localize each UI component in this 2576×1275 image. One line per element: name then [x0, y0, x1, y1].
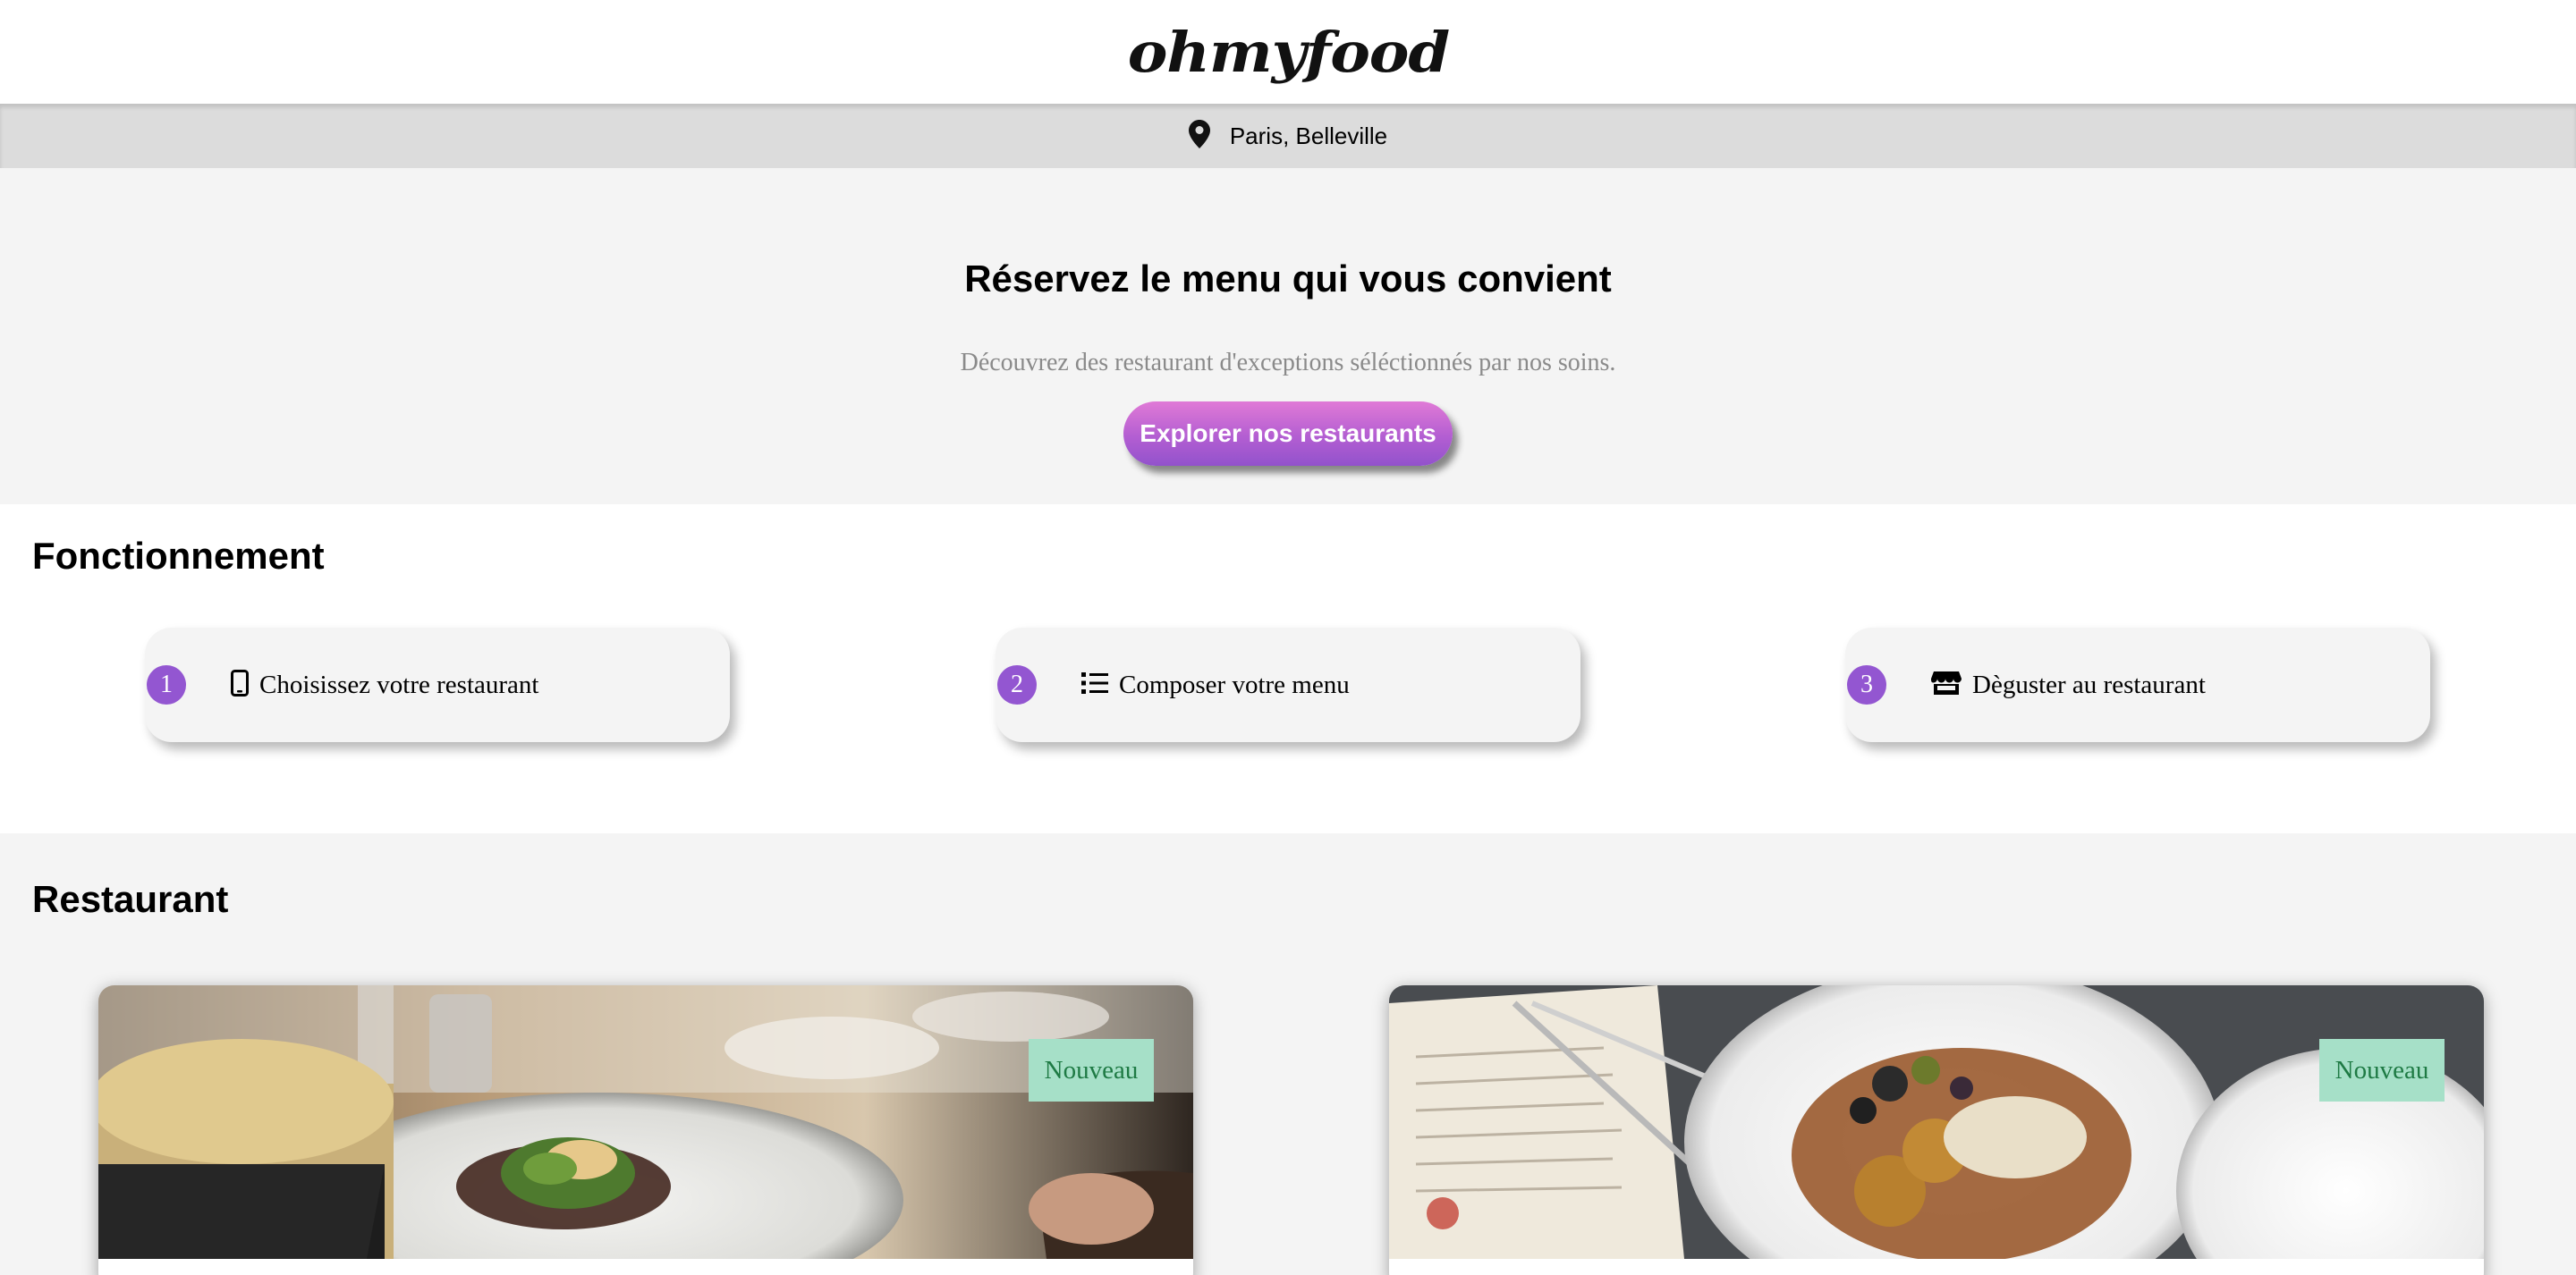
new-badge: Nouveau	[2319, 1039, 2445, 1102]
step-label: Composer votre menu	[1119, 670, 1350, 699]
map-pin-icon	[1188, 119, 1210, 153]
hero-subtitle: Découvrez des restaurant d'exceptions sé…	[960, 349, 1616, 376]
site-header: ohmyfood	[0, 0, 2576, 104]
step-number: 3	[1847, 665, 1886, 705]
step-card-3: 3 Dèguster au restaurant	[1845, 628, 2430, 742]
how-it-works-section: Fonctionnement 1 Choisissez votre restau…	[0, 504, 2576, 833]
restaurant-card[interactable]: Nouveau	[98, 985, 1193, 1275]
step-number: 2	[997, 665, 1037, 705]
store-icon	[1931, 671, 1962, 700]
step-label: Choisissez votre restaurant	[259, 670, 539, 699]
restaurants-title: Restaurant	[32, 878, 229, 920]
list-icon	[1081, 671, 1108, 699]
restaurant-card[interactable]: Nouveau	[1389, 985, 2484, 1275]
restaurant-photo	[98, 985, 1193, 1259]
how-it-works-title: Fonctionnement	[32, 535, 325, 577]
location-text: Paris, Belleville	[1229, 122, 1388, 149]
restaurant-photo	[1389, 985, 2484, 1259]
step-label: Dèguster au restaurant	[1972, 670, 2206, 699]
step-card-2: 2 Composer votre menu	[996, 628, 1580, 742]
step-card-1: 1 Choisissez votre restaurant	[145, 628, 730, 742]
location-selector[interactable]: Paris, Belleville	[1188, 119, 1388, 153]
site-logo[interactable]: ohmyfood	[1127, 20, 1449, 85]
location-bar: Paris, Belleville	[0, 104, 2576, 168]
smartphone-icon	[231, 669, 249, 701]
hero-section: Réservez le menu qui vous convient Décou…	[0, 168, 2576, 504]
explore-restaurants-button[interactable]: Explorer nos restaurants	[1123, 401, 1453, 466]
step-number: 1	[147, 665, 186, 705]
new-badge: Nouveau	[1029, 1039, 1154, 1102]
restaurants-section: Restaurant Nouveau Nouveau	[0, 833, 2576, 1275]
hero-title: Réservez le menu qui vous convient	[964, 258, 1612, 300]
